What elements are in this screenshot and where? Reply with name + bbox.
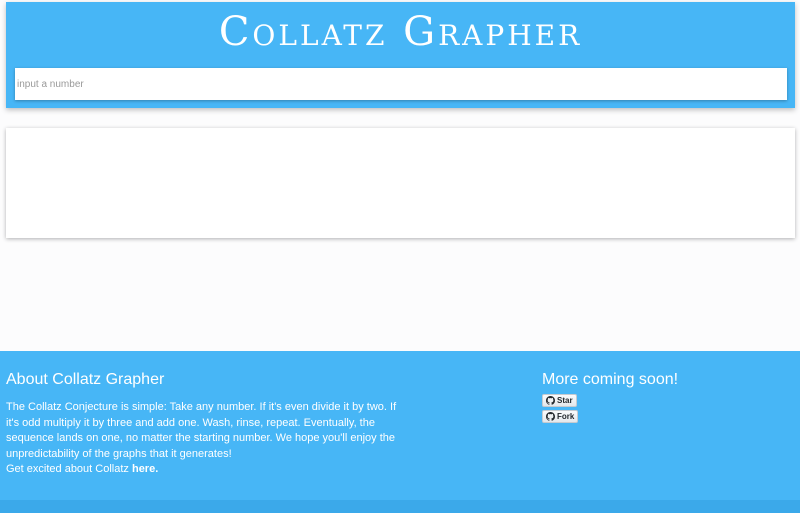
github-icon bbox=[546, 396, 555, 405]
excited-prefix: Get excited about Collatz bbox=[6, 463, 132, 475]
about-body: The Collatz Conjecture is simple: Take a… bbox=[6, 401, 397, 460]
fork-label: Fork bbox=[557, 412, 575, 421]
github-star-button[interactable]: Star bbox=[542, 394, 577, 407]
number-input[interactable] bbox=[15, 68, 787, 100]
star-label: Star bbox=[557, 396, 573, 405]
collatz-info-link[interactable]: here. bbox=[132, 463, 158, 475]
header: Collatz Grapher bbox=[6, 2, 795, 108]
github-fork-button[interactable]: Fork bbox=[542, 410, 579, 423]
more-heading: More coming soon! bbox=[542, 371, 679, 388]
about-heading: About Collatz Grapher bbox=[6, 371, 165, 388]
footer: About Collatz Grapher The Collatz Conjec… bbox=[0, 351, 800, 513]
about-text: The Collatz Conjecture is simple: Take a… bbox=[6, 400, 406, 478]
graph-area bbox=[6, 128, 795, 238]
page-title: Collatz Grapher bbox=[218, 9, 583, 55]
footer-bottom-bar bbox=[0, 500, 800, 513]
github-icon bbox=[546, 412, 555, 421]
